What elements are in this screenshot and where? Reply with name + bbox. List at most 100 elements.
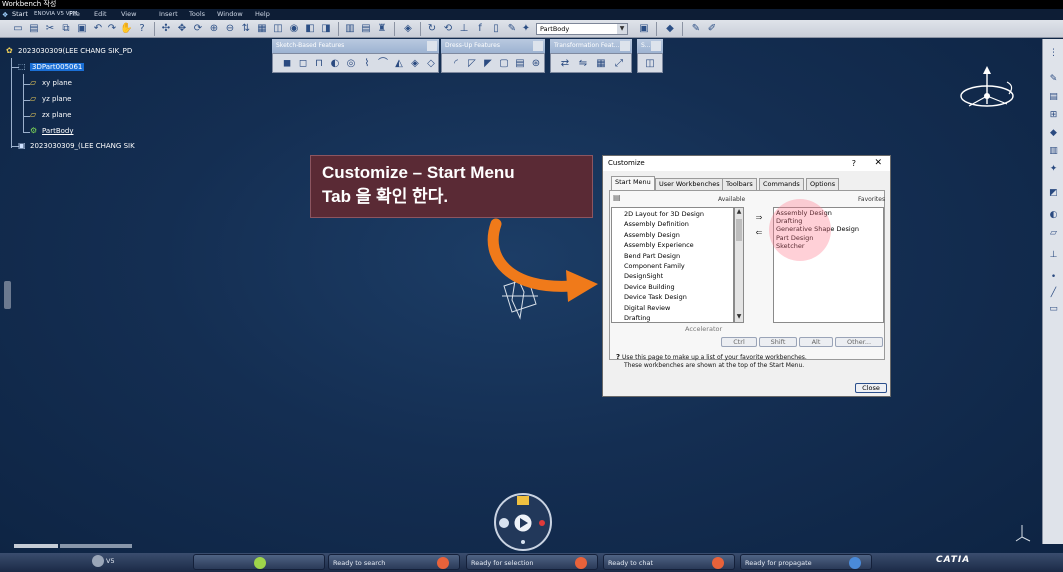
shading-icon[interactable]: ◉: [288, 22, 300, 35]
chevron-down-icon[interactable]: ▼: [735, 313, 743, 322]
list-item[interactable]: Assembly Definition: [612, 219, 733, 229]
menu-view[interactable]: View: [121, 9, 136, 20]
workbench-select[interactable]: PartBody ▼: [536, 23, 628, 35]
sketch-icon[interactable]: ✎: [690, 22, 702, 35]
left-panel-handle[interactable]: [4, 281, 11, 309]
catalog-browser-icon[interactable]: ▤: [360, 22, 372, 35]
axis-system-icon[interactable]: ⊥: [458, 22, 470, 35]
toolbar-header[interactable]: Transformation Feat...: [550, 39, 632, 53]
pattern-icon[interactable]: ▦: [595, 57, 607, 70]
list-item[interactable]: Assembly Experience: [612, 240, 733, 250]
zoom-in-icon[interactable]: ⊕: [208, 22, 220, 35]
update-icon[interactable]: ↻: [426, 22, 438, 35]
list-item[interactable]: Digital Review: [612, 303, 733, 313]
toolbar-header[interactable]: S...: [637, 39, 663, 53]
available-scrollbar[interactable]: ▲ ▼: [734, 207, 744, 323]
tree-scrollbar[interactable]: [0, 544, 140, 550]
cut-icon[interactable]: ✂: [44, 22, 56, 35]
slot-icon[interactable]: ⌒: [377, 57, 389, 70]
mirror-icon[interactable]: ⇋: [577, 57, 589, 70]
multi-view-icon[interactable]: ▦: [256, 22, 268, 35]
whats-this-icon[interactable]: ?: [136, 22, 148, 35]
tree-expand-icon[interactable]: ▤: [1048, 91, 1059, 103]
tree-item-product[interactable]: ▣ 2023030309_(LEE CHANG SIK: [18, 140, 135, 152]
analysis-icon[interactable]: ◐: [1048, 209, 1059, 221]
add-favorite-arrow-icon[interactable]: ⇒: [748, 214, 770, 223]
paste-icon[interactable]: ▣: [76, 22, 88, 35]
menu-tools[interactable]: Tools: [189, 9, 205, 20]
list-item[interactable]: Drafting: [612, 313, 733, 322]
alt-button[interactable]: Alt: [799, 337, 833, 347]
taskbar-slot[interactable]: Ready for propagate: [740, 554, 872, 570]
scroll-thumb[interactable]: [736, 219, 742, 241]
app-icon[interactable]: [92, 555, 104, 567]
translate-icon[interactable]: ⇄: [559, 57, 571, 70]
point-icon[interactable]: ✦: [1048, 163, 1059, 175]
constraint-icon[interactable]: ⊞: [1048, 109, 1059, 121]
rotate-icon[interactable]: ⟳: [192, 22, 204, 35]
list-item[interactable]: DesignSight: [612, 271, 733, 281]
stiffener-icon[interactable]: ◭: [393, 57, 405, 70]
toolbar-header[interactable]: Dress-Up Features: [441, 39, 545, 53]
tree-item-part[interactable]: ⬚ 3DPart005061: [18, 61, 85, 73]
shell-icon[interactable]: ▢: [498, 57, 510, 70]
menu-insert[interactable]: Insert: [159, 9, 178, 20]
shaft-icon[interactable]: ⊓: [313, 57, 325, 70]
point-tool-icon[interactable]: •: [1048, 271, 1059, 283]
reference-icon[interactable]: ✦: [520, 22, 532, 35]
axis-icon[interactable]: ⊥: [1048, 249, 1059, 261]
draft-icon[interactable]: ◤: [482, 57, 494, 70]
list-item[interactable]: Assembly Design: [612, 230, 733, 240]
material-icon[interactable]: ◆: [1048, 127, 1059, 139]
groove-icon[interactable]: ◐: [329, 57, 341, 70]
surface-icon[interactable]: ◫: [644, 57, 656, 70]
hole-icon[interactable]: ◎: [345, 57, 357, 70]
menu-edit[interactable]: Edit: [94, 9, 107, 20]
menu-start[interactable]: Start: [12, 9, 28, 20]
close-icon[interactable]: [533, 41, 543, 51]
remove-loft-icon[interactable]: ◇: [425, 57, 437, 70]
available-list[interactable]: 2D Layout for 3D Design Assembly Definit…: [611, 207, 734, 323]
menu-window[interactable]: Window: [217, 9, 243, 20]
menu-file[interactable]: File: [69, 9, 80, 20]
list-item[interactable]: Device Task Design: [612, 292, 733, 302]
taskbar-slot[interactable]: [193, 554, 325, 570]
thickness-icon[interactable]: ▤: [514, 57, 526, 70]
tab-toolbars[interactable]: Toolbars: [722, 178, 757, 190]
tree-item-partbody[interactable]: ⚙ PartBody: [30, 125, 74, 137]
scroll-thumb[interactable]: [60, 544, 132, 548]
close-icon[interactable]: [651, 41, 661, 51]
hide-show-icon[interactable]: ◧: [304, 22, 316, 35]
tab-options[interactable]: Options: [806, 178, 840, 190]
help-icon[interactable]: ?: [852, 156, 856, 171]
list-item[interactable]: 2D Layout for 3D Design: [612, 209, 733, 219]
update-all-icon[interactable]: ⟲: [442, 22, 454, 35]
tree-item-xy-plane[interactable]: ▱ xy plane: [30, 77, 72, 89]
reference-plane-icon[interactable]: ▱: [1048, 227, 1059, 239]
remove-favorite-arrow-icon[interactable]: ⇐: [748, 229, 770, 238]
knowledge-icon[interactable]: ♜: [376, 22, 388, 35]
apply-material-icon[interactable]: ✎: [506, 22, 518, 35]
shift-button[interactable]: Shift: [759, 337, 797, 347]
taskbar-slot[interactable]: Ready for selection: [466, 554, 598, 570]
pad-icon[interactable]: ◼: [281, 57, 293, 70]
tab-start-menu[interactable]: Start Menu: [611, 176, 655, 190]
copy-icon[interactable]: ⧉: [60, 22, 72, 35]
list-item[interactable]: Component Family: [612, 261, 733, 271]
measure-icon[interactable]: ▥: [1048, 145, 1059, 157]
tab-user-workbenches[interactable]: User Workbenches: [655, 178, 724, 190]
ctrl-button[interactable]: Ctrl: [721, 337, 757, 347]
insert-body-icon[interactable]: ◆: [664, 22, 676, 35]
menu-help[interactable]: Help: [255, 9, 270, 20]
chevron-down-icon[interactable]: ▼: [617, 24, 627, 34]
grip-icon[interactable]: ⋮: [1048, 47, 1059, 59]
taskbar-slot[interactable]: Ready to chat: [603, 554, 735, 570]
loft-icon[interactable]: ◈: [409, 57, 421, 70]
other-button[interactable]: Other...: [835, 337, 883, 347]
taskbar-v5[interactable]: V5: [106, 553, 115, 570]
render-icon[interactable]: ◈: [402, 22, 414, 35]
line-icon[interactable]: ╱: [1048, 287, 1059, 299]
part-body-icon[interactable]: ▣: [638, 22, 650, 35]
plane-icon[interactable]: ▭: [1048, 303, 1059, 315]
scale-icon[interactable]: ⤢: [613, 57, 625, 70]
